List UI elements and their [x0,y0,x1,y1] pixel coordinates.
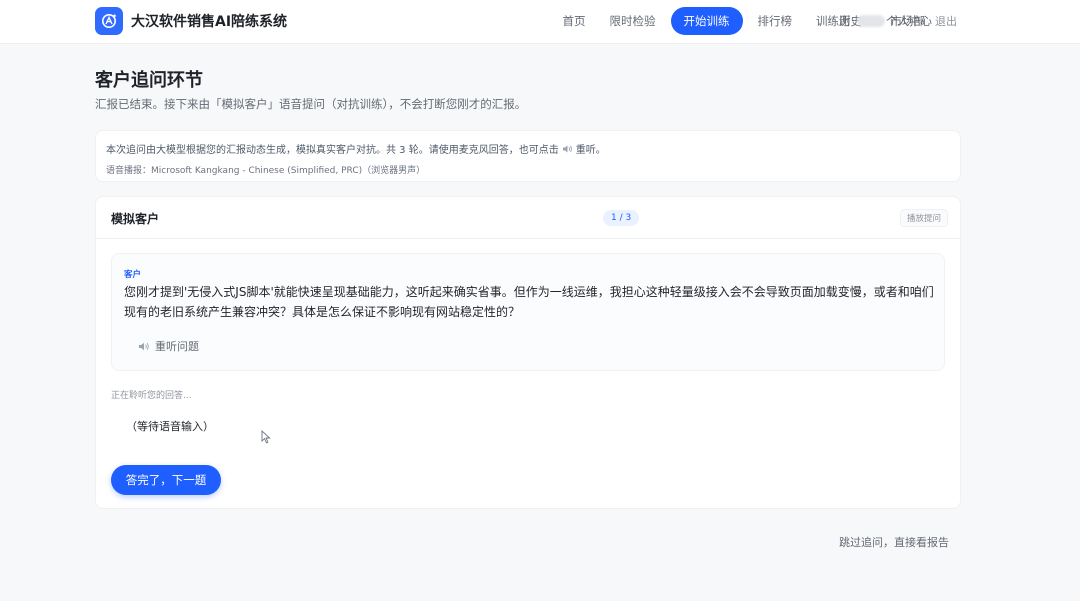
play-question-button[interactable]: 播放提问 [899,209,948,227]
ai-logo-icon [95,7,123,35]
page-title: 客户追问环节 [95,70,203,91]
instructions-text: 本次追问由大模型根据您的汇报动态生成，模拟真实客户对抗。共 3 轮。请使用麦克风… [106,141,950,156]
speaker-role-label: 客户 [124,270,142,280]
customer-question-text: 您刚才提到'无侵入式JS脚本'就能快速呈现基础能力，这听起来确实省事。但作为一线… [124,285,934,319]
skip-to-report-link[interactable]: 跳过追问，直接看报告 [839,534,949,550]
brand[interactable]: 大汉软件销售AI陪练系统 [95,7,287,35]
card-title: 模拟客户 [111,212,160,226]
user-department: 市场部 [890,14,926,28]
instructions-suffix: 重听。 [575,145,606,156]
instructions-card: 本次追问由大模型根据您的汇报动态生成，模拟真实客户对抗。共 3 轮。请使用麦克风… [95,130,961,182]
replay-question-label: 重听问题 [155,340,199,353]
round-progress-badge: 1 / 3 [603,210,640,226]
replay-question-button[interactable]: 重听问题 [138,338,199,354]
nav-item-timed-test[interactable]: 限时检验 [598,7,668,35]
nav-item-home[interactable]: 首页 [551,7,598,35]
page-subtitle: 汇报已结束。接下来由「模拟客户」语音提问（对抗训练），不会打断您刚才的汇报。 [95,97,527,111]
logout-link[interactable]: 退出 [935,13,957,29]
instructions-prefix: 本次追问由大模型根据您的汇报动态生成，模拟真实客户对抗。共 3 轮。请使用麦克风… [106,145,559,156]
voice-engine-info: 语音播报：Microsoft Kangkang - Chinese (Simpl… [106,166,426,176]
answer-done-next-button[interactable]: 答完了，下一题 [111,465,221,495]
user-name-redacted [856,15,885,27]
nav-item-start-training[interactable]: 开始训练 [670,7,743,35]
app-title: 大汉软件销售AI陪练系统 [131,14,288,30]
user-info: 谢 市场部 退出 [839,7,957,35]
simulated-customer-card: 模拟客户 1 / 3 播放提问 客户 您刚才提到'无侵入式JS脚本'就能快速呈现… [95,196,961,509]
nav-item-leaderboard[interactable]: 排行榜 [746,7,805,35]
top-navigation-bar: 大汉软件销售AI陪练系统 首页 限时检验 开始训练 排行榜 训练历史 个人中心 … [0,0,1080,44]
listening-status: 正在聆听您的回答... [111,391,192,401]
speaker-icon [562,144,573,154]
user-name: 谢 [839,14,851,28]
card-header: 模拟客户 1 / 3 播放提问 [96,197,960,239]
customer-question-box: 客户 您刚才提到'无侵入式JS脚本'就能快速呈现基础能力，这听起来确实省事。但作… [111,253,945,371]
speaker-icon [138,341,150,352]
mouse-cursor-icon [261,429,271,448]
voice-input-placeholder: （等待语音输入） [126,420,214,433]
